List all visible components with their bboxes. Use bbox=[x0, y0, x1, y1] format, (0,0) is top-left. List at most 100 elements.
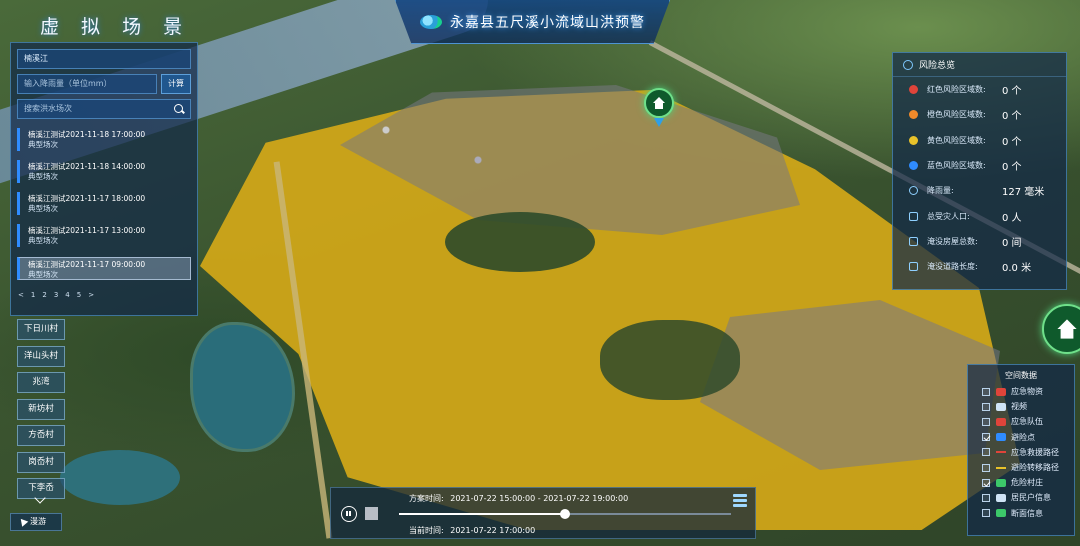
river-select[interactable]: 楠溪江 bbox=[17, 49, 191, 69]
team-icon bbox=[996, 417, 1006, 426]
scheme-time: 方案时间: 2021-07-22 15:00:00 - 2021-07-22 1… bbox=[409, 493, 628, 504]
risk-label: 黄色风险区域数: bbox=[927, 135, 986, 145]
page-link[interactable]: < bbox=[18, 291, 24, 299]
village-button[interactable]: 下日川村 bbox=[17, 319, 65, 340]
roam-button[interactable]: 漫游 bbox=[10, 513, 62, 531]
layer-label: 断面信息 bbox=[1011, 508, 1043, 518]
layer-toggle[interactable]: 应急物资 bbox=[968, 384, 1074, 399]
layer-checkbox[interactable] bbox=[982, 463, 990, 472]
clock-icon bbox=[903, 59, 913, 70]
risk-label: 橙色风险区域数: bbox=[927, 110, 986, 120]
evacuation-route-line-icon bbox=[996, 466, 1006, 469]
layer-toggle[interactable]: 视频 bbox=[968, 399, 1074, 414]
layer-checkbox[interactable] bbox=[982, 509, 990, 518]
search-icon[interactable] bbox=[174, 104, 184, 114]
layer-checkbox[interactable] bbox=[982, 493, 990, 502]
risk-row: 黄色风险区域数: 0 个 bbox=[893, 128, 1066, 153]
scenario-list: 楠溪江测试2021-11-18 17:00:00 典型场次 楠溪江测试2021-11… bbox=[17, 128, 191, 280]
app-logo-icon bbox=[420, 14, 442, 29]
layer-checkbox[interactable] bbox=[982, 448, 990, 457]
current-time: 当前时间: 2021-07-22 17:00:00 bbox=[409, 525, 535, 536]
supplies-icon bbox=[996, 387, 1006, 396]
layer-label: 应急救援路径 bbox=[1011, 447, 1059, 457]
page-link[interactable]: 5 bbox=[77, 291, 81, 299]
shelter-icon bbox=[996, 433, 1006, 442]
person-icon bbox=[909, 211, 918, 221]
quarry-lake bbox=[190, 322, 295, 452]
section-icon bbox=[996, 509, 1006, 518]
layer-label: 应急物资 bbox=[1011, 387, 1043, 397]
scenario-search-placeholder: 搜索洪水场次 bbox=[24, 104, 72, 113]
village-button[interactable]: 新坊村 bbox=[17, 398, 65, 420]
village-button[interactable]: 方岙村 bbox=[17, 425, 65, 446]
risk-value: 0 个 bbox=[1002, 162, 1022, 174]
layer-toggle[interactable]: 居民户信息 bbox=[968, 490, 1074, 505]
risk-row: 总受灾人口: 0 人 bbox=[893, 203, 1066, 228]
village-button[interactable]: 岗岙村 bbox=[17, 451, 65, 473]
layer-toggle[interactable]: 避险转移路径 bbox=[968, 460, 1074, 475]
scenario-item[interactable]: 楠溪江测试2021-11-17 18:00:00 典型场次 bbox=[17, 192, 191, 215]
layer-checkbox[interactable] bbox=[982, 402, 990, 411]
blue-dot-icon bbox=[909, 161, 918, 171]
risk-value: 0 间 bbox=[1002, 237, 1022, 249]
page-link[interactable]: 1 bbox=[31, 291, 35, 299]
scenario-item[interactable]: 楠溪江测试2021-11-17 13:00:00 典型场次 bbox=[17, 224, 191, 247]
risk-label: 淹没房屋总数: bbox=[927, 236, 978, 246]
scenario-item[interactable]: 楠溪江测试2021-11-18 17:00:00 典型场次 bbox=[17, 128, 191, 151]
risk-value: 0 个 bbox=[1002, 136, 1022, 148]
scenario-title: 楠溪江测试2021-11-18 17:00:00 bbox=[28, 130, 146, 139]
village-button[interactable]: 洋山头村 bbox=[17, 345, 65, 367]
risk-overview-panel: 风险总览 红色风险区域数: 0 个橙色风险区域数: 0 个黄色风险区域数: 0 个蓝色… bbox=[892, 52, 1067, 290]
village-marker-icon[interactable] bbox=[644, 88, 674, 118]
page-link[interactable]: 2 bbox=[42, 291, 46, 299]
layer-checkbox[interactable] bbox=[982, 387, 990, 396]
rainfall-input[interactable]: 输入降雨量（单位mm） bbox=[17, 74, 157, 94]
tree-cluster bbox=[445, 212, 595, 272]
road-icon bbox=[909, 262, 918, 272]
scenario-search-input[interactable]: 搜索洪水场次 bbox=[17, 99, 191, 119]
village-list: 下日川村 洋山头村 兆湾 新坊村 方岙村 岗岙村 下李岙 bbox=[17, 319, 67, 505]
scenario-item[interactable]: 楠溪江测试2021-11-18 14:00:00 典型场次 bbox=[17, 160, 191, 183]
layer-toggle[interactable]: 应急队伍 bbox=[968, 414, 1074, 429]
page-link[interactable]: 3 bbox=[54, 291, 58, 299]
timeline-slider[interactable] bbox=[399, 509, 731, 519]
layer-label: 应急队伍 bbox=[1011, 417, 1043, 427]
calculate-button[interactable]: 计算 bbox=[161, 74, 191, 94]
layer-checkbox[interactable] bbox=[982, 478, 990, 487]
playback-bar: 方案时间: 2021-07-22 15:00:00 - 2021-07-22 1… bbox=[330, 487, 756, 539]
scenario-item[interactable]: 楠溪江测试2021-11-17 09:00:00 典型场次 bbox=[17, 257, 191, 280]
page-link[interactable]: 4 bbox=[65, 291, 69, 299]
village-button[interactable]: 兆湾 bbox=[17, 372, 65, 393]
layer-toggle[interactable]: 断面信息 bbox=[968, 506, 1074, 521]
spatial-data-panel: 空间数据 应急物资 视频 应急队伍 避险点 应急救援路径 避险转移路径 危险村庄 居民户信息断… bbox=[967, 364, 1075, 536]
layer-toggle[interactable]: 危险村庄 bbox=[968, 475, 1074, 490]
risk-row: 淹没道路长度: 0.0 米 bbox=[893, 254, 1066, 279]
pagination: <1 2 3 4 5 > bbox=[18, 291, 94, 299]
layer-checkbox[interactable] bbox=[982, 433, 990, 442]
layers-icon[interactable] bbox=[733, 494, 747, 508]
marker-pin-icon bbox=[654, 118, 664, 127]
resident-icon bbox=[996, 493, 1006, 502]
risk-label: 总受灾人口: bbox=[927, 211, 970, 221]
scenario-title: 楠溪江测试2021-11-17 09:00:00 bbox=[28, 260, 146, 269]
risk-row: 蓝色风险区域数: 0 个 bbox=[893, 153, 1066, 178]
danger-village-icon bbox=[996, 478, 1006, 487]
current-time-label: 当前时间: bbox=[409, 526, 444, 535]
navigation-arrow-icon bbox=[17, 516, 29, 527]
river-select-value: 楠溪江 bbox=[24, 54, 48, 63]
risk-row: 红色风险区域数: 0 个 bbox=[893, 77, 1066, 102]
layer-toggle[interactable]: 避险点 bbox=[968, 430, 1074, 445]
layer-toggle[interactable]: 应急救援路径 bbox=[968, 445, 1074, 460]
page-link[interactable]: > bbox=[88, 291, 94, 299]
scenario-type: 典型场次 bbox=[28, 140, 58, 149]
layer-checkbox[interactable] bbox=[982, 417, 990, 426]
layer-label: 居民户信息 bbox=[1011, 493, 1051, 503]
pause-button[interactable] bbox=[341, 506, 357, 522]
risk-value: 0 个 bbox=[1002, 86, 1022, 98]
risk-row: 淹没房屋总数: 0 间 bbox=[893, 229, 1066, 254]
layer-label: 避险转移路径 bbox=[1011, 463, 1059, 473]
house-icon bbox=[1057, 319, 1077, 339]
timeline-handle[interactable] bbox=[560, 509, 570, 519]
stop-button[interactable] bbox=[365, 507, 378, 520]
yellow-dot-icon bbox=[909, 135, 918, 145]
